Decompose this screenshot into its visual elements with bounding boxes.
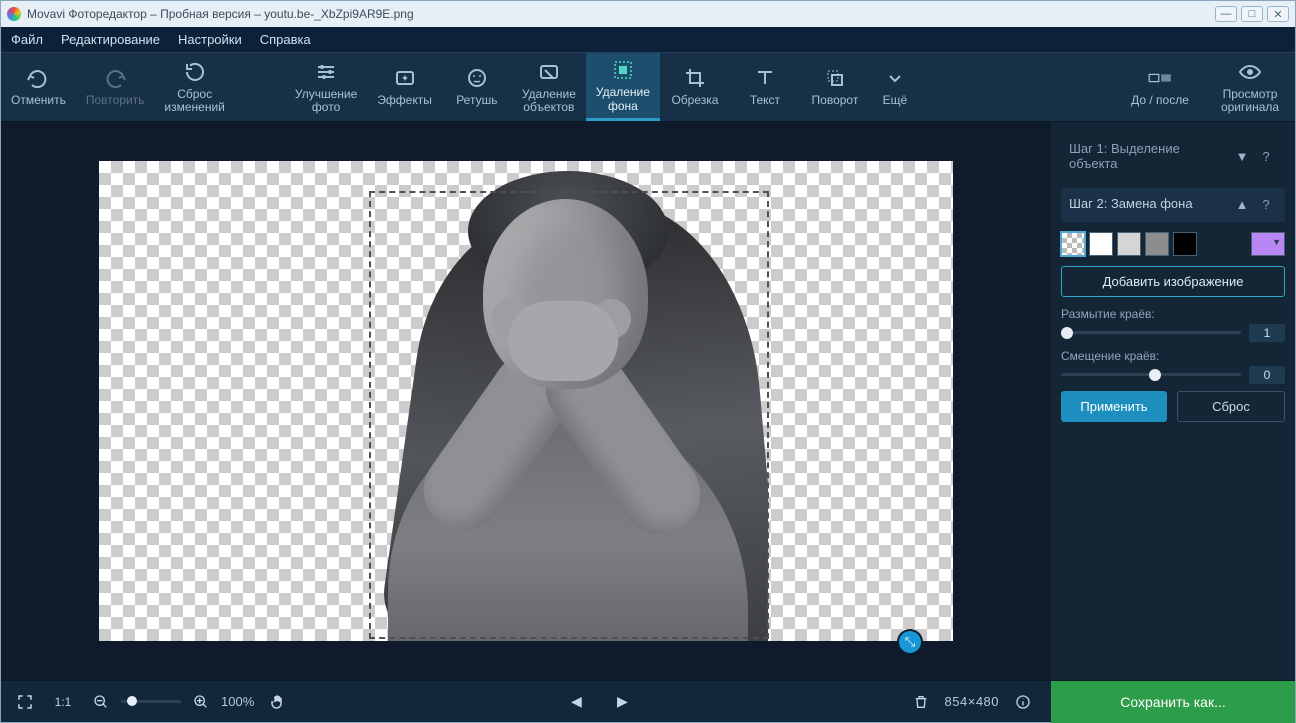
crop-button[interactable]: Обрезка bbox=[660, 53, 730, 121]
swatch-white[interactable] bbox=[1089, 232, 1113, 256]
image-dimensions: 854×480 bbox=[945, 694, 999, 709]
sliders-icon bbox=[314, 60, 338, 84]
step-2-header[interactable]: Шаг 2: Замена фона ▲ ? bbox=[1061, 188, 1285, 222]
edge-shift-label: Смещение краёв: bbox=[1061, 349, 1285, 363]
add-image-button[interactable]: Добавить изображение bbox=[1061, 266, 1285, 297]
background-swatches bbox=[1061, 232, 1285, 256]
color-picker-dropdown[interactable] bbox=[1251, 232, 1285, 256]
menubar: Файл Редактирование Настройки Справка bbox=[1, 27, 1295, 52]
text-button[interactable]: Текст bbox=[730, 53, 800, 121]
app-logo-icon bbox=[7, 7, 21, 21]
rotate-icon bbox=[823, 66, 847, 90]
more-button[interactable]: Ещё bbox=[870, 53, 920, 121]
fit-zoom-button[interactable]: 1:1 bbox=[49, 688, 77, 716]
menu-help[interactable]: Справка bbox=[260, 32, 311, 47]
chevron-up-icon: ▲ bbox=[1235, 197, 1249, 212]
compare-icon bbox=[1148, 66, 1172, 90]
reset-changes-button[interactable]: Сброс изменений bbox=[154, 53, 234, 121]
help-step2-button[interactable]: ? bbox=[1255, 194, 1277, 216]
edge-shift-thumb[interactable] bbox=[1149, 369, 1161, 381]
toolbar: Отменить Повторить Сброс изменений Улучш… bbox=[1, 52, 1295, 122]
edge-blur-slider: Размытие краёв: 1 bbox=[1061, 307, 1285, 339]
reset-button[interactable]: Сброс bbox=[1177, 391, 1285, 422]
swatch-transparent[interactable] bbox=[1061, 232, 1085, 256]
edge-blur-thumb[interactable] bbox=[1061, 327, 1073, 339]
side-panel: Шаг 1: Выделение объекта ▼ ? Шаг 2: Заме… bbox=[1051, 122, 1295, 680]
object-removal-button[interactable]: Удаление объектов bbox=[512, 53, 586, 121]
retouch-button[interactable]: Ретушь bbox=[442, 53, 512, 121]
apply-button[interactable]: Применить bbox=[1061, 391, 1167, 422]
delete-button[interactable] bbox=[907, 688, 935, 716]
canvas-area[interactable]: ⤡ bbox=[1, 122, 1051, 680]
zoom-in-button[interactable] bbox=[187, 688, 215, 716]
help-step1-button[interactable]: ? bbox=[1255, 146, 1277, 168]
menu-edit[interactable]: Редактирование bbox=[61, 32, 160, 47]
pan-hand-button[interactable] bbox=[264, 688, 292, 716]
eraser-icon bbox=[537, 60, 561, 84]
redo-icon bbox=[103, 66, 127, 90]
save-as-button[interactable]: Сохранить как... bbox=[1051, 681, 1295, 723]
edge-shift-value: 0 bbox=[1249, 366, 1285, 384]
zoom-thumb[interactable] bbox=[127, 696, 137, 706]
swatch-lightgray[interactable] bbox=[1117, 232, 1141, 256]
rotate-button[interactable]: Поворот bbox=[800, 53, 870, 121]
edge-blur-value: 1 bbox=[1249, 324, 1285, 342]
maximize-button[interactable]: □ bbox=[1241, 6, 1263, 22]
text-icon bbox=[753, 66, 777, 90]
zoom-percent: 100% bbox=[221, 694, 254, 709]
eye-icon bbox=[1238, 60, 1262, 84]
fullscreen-button[interactable] bbox=[11, 688, 39, 716]
chevron-down-icon bbox=[883, 66, 907, 90]
sparkle-icon bbox=[393, 66, 417, 90]
minimize-button[interactable]: — bbox=[1215, 6, 1237, 22]
menu-settings[interactable]: Настройки bbox=[178, 32, 242, 47]
face-icon bbox=[465, 66, 489, 90]
zoom-slider: 100% bbox=[87, 688, 254, 716]
crop-icon bbox=[683, 66, 707, 90]
titlebar: Movavi Фоторедактор – Пробная версия – y… bbox=[1, 1, 1295, 27]
menu-file[interactable]: Файл bbox=[11, 32, 43, 47]
reset-icon bbox=[183, 60, 207, 84]
redo-button[interactable]: Повторить bbox=[76, 53, 155, 121]
window-title: Movavi Фоторедактор – Пробная версия – y… bbox=[27, 7, 414, 21]
close-button[interactable]: ✕ bbox=[1267, 6, 1289, 22]
step-1-header[interactable]: Шаг 1: Выделение объекта ▼ ? bbox=[1061, 136, 1285, 178]
view-original-button[interactable]: Просмотр оригинала bbox=[1205, 53, 1295, 121]
effects-button[interactable]: Эффекты bbox=[367, 53, 442, 121]
next-image-button[interactable]: ▶ bbox=[608, 688, 636, 716]
background-removal-button[interactable]: Удаление фона bbox=[586, 53, 660, 121]
enhance-button[interactable]: Улучшение фото bbox=[285, 53, 367, 121]
zoom-track[interactable] bbox=[121, 700, 181, 703]
info-button[interactable] bbox=[1009, 688, 1037, 716]
swatch-black[interactable] bbox=[1173, 232, 1197, 256]
statusbar: 1:1 100% ◀ ▶ 854×480 Сохранить как... bbox=[1, 680, 1295, 722]
before-after-button[interactable]: До / после bbox=[1115, 53, 1205, 121]
chevron-down-icon: ▼ bbox=[1235, 149, 1249, 164]
bg-remove-icon bbox=[611, 58, 635, 82]
edge-shift-slider: Смещение краёв: 0 bbox=[1061, 349, 1285, 381]
zoom-out-button[interactable] bbox=[87, 688, 115, 716]
swatch-gray[interactable] bbox=[1145, 232, 1169, 256]
edge-blur-track[interactable] bbox=[1061, 331, 1241, 334]
undo-icon bbox=[26, 66, 50, 90]
resize-handle[interactable]: ⤡ bbox=[899, 631, 921, 653]
image-subject bbox=[363, 161, 768, 641]
image-canvas[interactable]: ⤡ bbox=[99, 161, 953, 641]
prev-image-button[interactable]: ◀ bbox=[562, 688, 590, 716]
edge-blur-label: Размытие краёв: bbox=[1061, 307, 1285, 321]
undo-button[interactable]: Отменить bbox=[1, 53, 76, 121]
